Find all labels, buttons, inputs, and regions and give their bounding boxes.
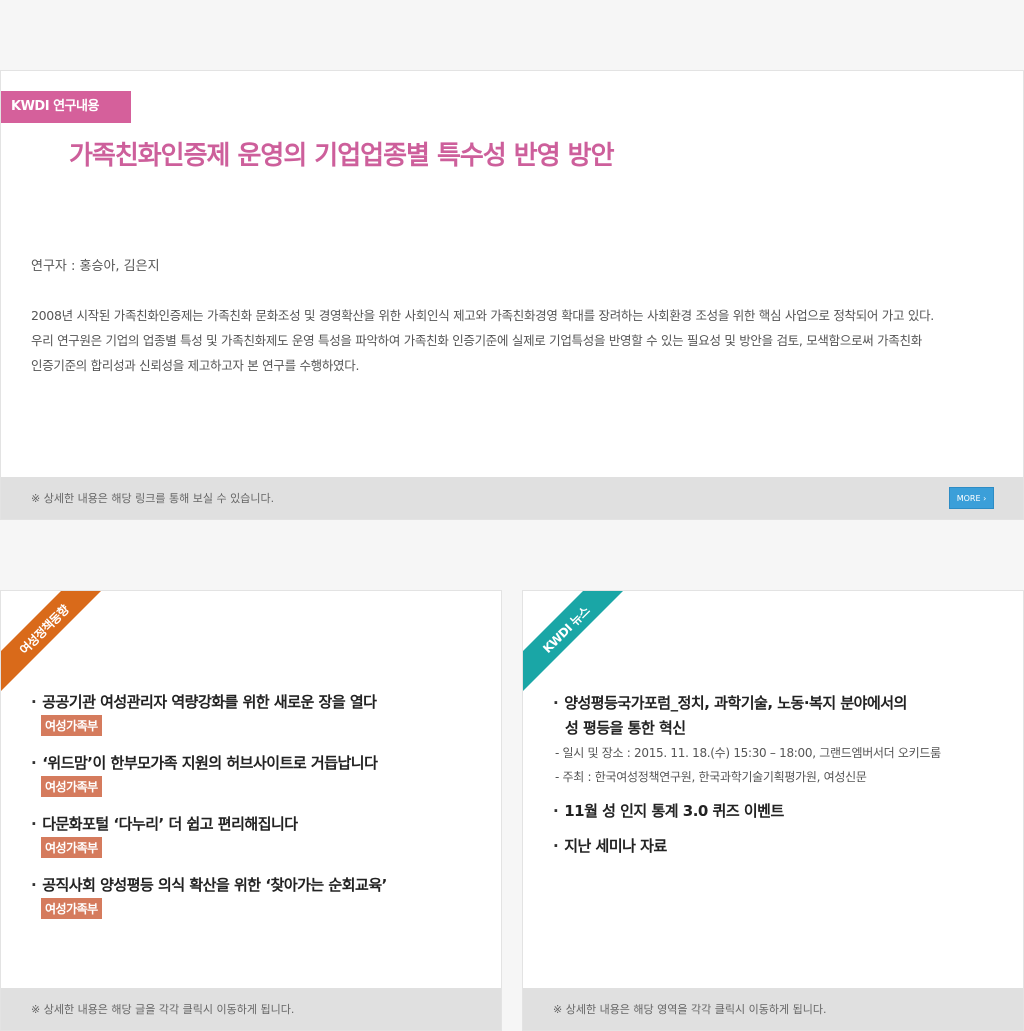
policy-item-title[interactable]: 다문화포털 ‘다누리’ 더 쉽고 편리해집니다 <box>42 815 298 833</box>
list-item[interactable]: · 공공기관 여성관리자 역량강화를 위한 새로운 장을 열다 여성가족부 <box>31 691 387 736</box>
news-item-title-cont[interactable]: 성 평등을 통한 혁신 <box>553 716 1003 741</box>
list-item[interactable]: · 공직사회 양성평등 의식 확산을 위한 ‘찾아가는 순회교육’ 여성가족부 <box>31 874 387 919</box>
bullet: · <box>553 837 559 855</box>
ministry-badge: 여성가족부 <box>41 776 102 797</box>
policy-footnote: ※ 상세한 내용은 해당 글을 각각 클릭시 이동하게 됩니다. <box>31 1003 295 1016</box>
bullet: · <box>553 802 559 820</box>
desc-line: 2008년 시작된 가족친화인증제는 가족친화 문화조성 및 경영확산을 위한 … <box>31 308 934 323</box>
list-item[interactable]: · ‘위드맘’이 한부모가족 지원의 허브사이트로 거듭납니다 여성가족부 <box>31 752 387 797</box>
news-item-title[interactable]: 지난 세미나 자료 <box>564 837 667 855</box>
news-corner-ribbon <box>523 591 623 691</box>
list-item[interactable]: · 지난 세미나 자료 <box>553 834 1003 859</box>
news-item-title[interactable]: 양성평등국가포럼_정치, 과학기술, 노동·복지 분야에서의 <box>564 694 907 712</box>
research-footer: ※ 상세한 내용은 해당 링크를 통해 보실 수 있습니다. MORE › <box>1 477 1023 519</box>
policy-trends-card: 여성정책동향 · 공공기관 여성관리자 역량강화를 위한 새로운 장을 열다 여성… <box>0 590 502 1031</box>
policy-item-title[interactable]: ‘위드맘’이 한부모가족 지원의 허브사이트로 거듭납니다 <box>42 754 378 772</box>
news-item-detail: - 일시 및 장소 : 2015. 11. 18.(수) 15:30 – 18:… <box>555 746 941 760</box>
policy-footer: ※ 상세한 내용은 해당 글을 각각 클릭시 이동하게 됩니다. <box>1 988 501 1030</box>
researcher-info: 연구자 : 홍승아, 김은지 <box>31 259 160 274</box>
policy-corner-ribbon <box>1 591 101 691</box>
news-list: · 양성평등국가포럼_정치, 과학기술, 노동·복지 분야에서의 성 평등을 통한… <box>553 691 1003 869</box>
news-item-title[interactable]: 11월 성 인지 통계 3.0 퀴즈 이벤트 <box>564 802 784 820</box>
research-title[interactable]: 가족친화인증제 운영의 기업업종별 특수성 반영 방안 <box>69 135 614 172</box>
ministry-badge: 여성가족부 <box>41 715 102 736</box>
ministry-badge: 여성가족부 <box>41 837 102 858</box>
research-description: 2008년 시작된 가족친화인증제는 가족친화 문화조성 및 경영확산을 위한 … <box>31 303 1001 378</box>
kwdi-news-card: KWDI 뉴스 · 양성평등국가포럼_정치, 과학기술, 노동·복지 분야에서의 … <box>522 590 1024 1031</box>
bullet: · <box>553 694 559 712</box>
news-footnote: ※ 상세한 내용은 해당 영역을 각각 클릭시 이동하게 됩니다. <box>553 1003 827 1016</box>
ministry-badge: 여성가족부 <box>41 898 102 919</box>
list-item[interactable]: · 11월 성 인지 통계 3.0 퀴즈 이벤트 <box>553 799 1003 824</box>
more-button[interactable]: MORE › <box>949 487 994 509</box>
bullet: · <box>31 693 37 711</box>
research-tag: KWDI 연구내용 <box>1 91 131 123</box>
bullet: · <box>31 754 37 772</box>
news-item-detail: - 주최 : 한국여성정책연구원, 한국과학기술기획평가원, 여성신문 <box>555 770 867 784</box>
bullet: · <box>31 876 37 894</box>
policy-item-title[interactable]: 공직사회 양성평등 의식 확산을 위한 ‘찾아가는 순회교육’ <box>42 876 387 894</box>
bullet: · <box>31 815 37 833</box>
list-item[interactable]: · 양성평등국가포럼_정치, 과학기술, 노동·복지 분야에서의 성 평등을 통한… <box>553 691 1003 789</box>
list-item[interactable]: · 다문화포털 ‘다누리’ 더 쉽고 편리해집니다 여성가족부 <box>31 813 387 858</box>
research-card: KWDI 연구내용 가족친화인증제 운영의 기업업종별 특수성 반영 방안 연구… <box>0 70 1024 520</box>
desc-line: 우리 연구원은 기업의 업종별 특성 및 가족친화제도 운영 특성을 파악하여 … <box>31 333 922 348</box>
policy-list: · 공공기관 여성관리자 역량강화를 위한 새로운 장을 열다 여성가족부 · ‘위… <box>31 691 387 935</box>
news-footer: ※ 상세한 내용은 해당 영역을 각각 클릭시 이동하게 됩니다. <box>523 988 1023 1030</box>
research-footnote: ※ 상세한 내용은 해당 링크를 통해 보실 수 있습니다. <box>31 492 275 505</box>
desc-line: 인증기준의 합리성과 신뢰성을 제고하고자 본 연구를 수행하였다. <box>31 358 360 373</box>
policy-item-title[interactable]: 공공기관 여성관리자 역량강화를 위한 새로운 장을 열다 <box>42 693 377 711</box>
